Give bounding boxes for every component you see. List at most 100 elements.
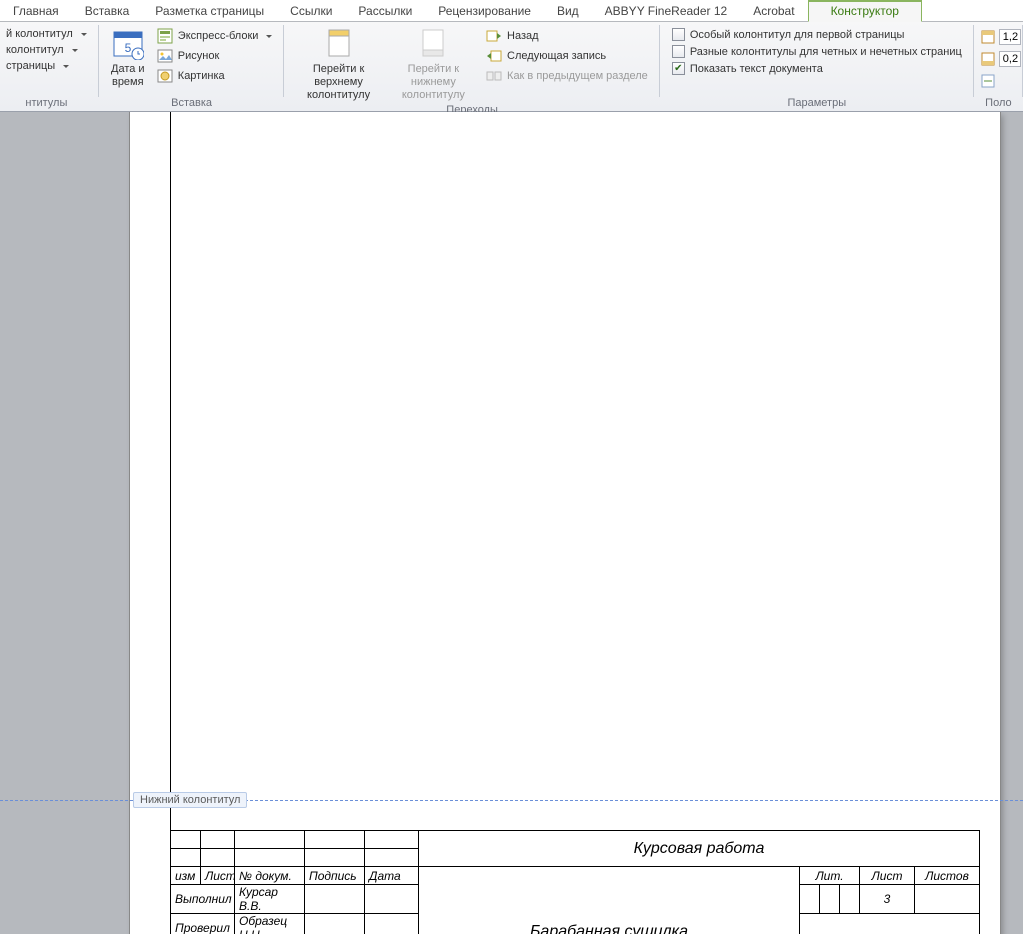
next-icon [486, 48, 502, 64]
group-position: 1,2 0,2 Поло [974, 22, 1023, 111]
hdr-list: Лист [201, 867, 235, 885]
name-2[interactable]: Образец Н.Н. [235, 914, 305, 934]
btn-goto-header[interactable]: Перейти к верхнему колонтитулу [290, 25, 386, 104]
hf-header-label: й колонтитул [6, 28, 73, 40]
tab-designer[interactable]: Конструктор [808, 0, 922, 22]
spin-footer-pos[interactable]: 0,2 [980, 51, 1021, 67]
group-hf-label: нтитулы [0, 97, 93, 111]
cell-top-title[interactable]: Курсовая работа [419, 831, 980, 867]
quick-label: Экспресс-блоки [178, 30, 259, 42]
goto-header-l2: колонтитулу [307, 89, 370, 102]
tab-acrobat[interactable]: Acrobat [740, 1, 807, 21]
cell-blank[interactable] [305, 831, 365, 849]
document-page[interactable] [130, 112, 1000, 934]
title-block-table: Курсовая работа изм Лист № докум. Подпис… [170, 830, 980, 934]
picture-label: Рисунок [178, 50, 220, 62]
cell-blank[interactable] [305, 849, 365, 867]
btn-clipart[interactable]: Картинка [155, 67, 275, 85]
date-l2: время [112, 76, 144, 89]
pages-total[interactable] [915, 885, 980, 914]
btn-header[interactable]: й колонтитул [4, 27, 89, 41]
chk-show-doc[interactable]: ✔ Показать текст документа [670, 61, 964, 76]
back-label: Назад [507, 30, 539, 42]
chk-first-label: Особый колонтитул для первой страницы [690, 29, 905, 41]
cell-blank[interactable] [171, 849, 201, 867]
spin-header-pos[interactable]: 1,2 [980, 29, 1021, 45]
calendar-icon: 5 [111, 27, 145, 61]
cell-blank[interactable] [171, 831, 201, 849]
cell-blank[interactable] [235, 831, 305, 849]
header-pos-value[interactable]: 1,2 [999, 29, 1021, 45]
lit-c[interactable] [840, 885, 860, 914]
hdr-pages: Листов [915, 867, 980, 885]
tab-refs[interactable]: Ссылки [277, 1, 345, 21]
cell-blank[interactable] [365, 831, 419, 849]
cell-blank[interactable] [235, 849, 305, 867]
date-2[interactable] [365, 914, 419, 934]
footer-tag: Нижний колонтитул [133, 792, 247, 808]
svg-text:5: 5 [124, 41, 131, 55]
page-num[interactable]: 3 [860, 885, 915, 914]
role-1[interactable]: Выполнил [171, 885, 235, 914]
tab-home[interactable]: Главная [0, 1, 72, 21]
tab-view[interactable]: Вид [544, 1, 592, 21]
cell-project-name[interactable]: Барабанная сушилка [419, 867, 800, 934]
next-label: Следующая запись [507, 50, 606, 62]
role-2[interactable]: Проверил [171, 914, 235, 934]
quick-parts-icon [157, 28, 173, 44]
tab-review[interactable]: Рецензирование [425, 1, 544, 21]
clipart-label: Картинка [178, 70, 225, 82]
hf-footer-label: колонтитул [6, 44, 64, 56]
btn-next[interactable]: Следующая запись [484, 47, 650, 65]
sign-2[interactable] [305, 914, 365, 934]
lit-a[interactable] [800, 885, 820, 914]
picture-icon [157, 48, 173, 64]
tab-insert[interactable]: Вставка [72, 1, 143, 21]
date-1[interactable] [365, 885, 419, 914]
lit-b[interactable] [820, 885, 840, 914]
btn-picture[interactable]: Рисунок [155, 47, 275, 65]
cell-blank[interactable] [365, 849, 419, 867]
title-block[interactable]: Курсовая работа изм Лист № докум. Подпис… [170, 830, 980, 934]
group-opts-label: Параметры [666, 97, 968, 111]
tab-mailings[interactable]: Рассылки [345, 1, 425, 21]
cell-blank[interactable] [201, 831, 235, 849]
btn-page-number[interactable]: страницы [4, 59, 89, 73]
goto-header-l1: Перейти к верхнему [296, 63, 380, 89]
goto-footer-l1: Перейти к нижнему [393, 63, 474, 89]
checkbox-icon [672, 28, 685, 41]
ribbon-tabs: Главная Вставка Разметка страницы Ссылки… [0, 0, 1023, 22]
btn-quick-parts[interactable]: Экспресс-блоки [155, 27, 275, 45]
hf-page-label: страницы [6, 60, 55, 72]
spin-tab-insert[interactable] [980, 73, 996, 89]
group-pos-label: Поло [980, 97, 1017, 111]
btn-goto-footer[interactable]: Перейти к нижнему колонтитулу [387, 25, 480, 104]
workspace: Нижний колонтитул Курсовая работа [0, 112, 1023, 934]
btn-date-time[interactable]: 5 Дата и время [105, 25, 151, 91]
goto-footer-l2: колонтитулу [402, 89, 465, 102]
hdr-izm: изм [171, 867, 201, 885]
tab-layout[interactable]: Разметка страницы [142, 1, 277, 21]
tab-abbyy[interactable]: ABBYY FineReader 12 [592, 1, 741, 21]
btn-footer[interactable]: колонтитул [4, 43, 89, 57]
clipart-icon [157, 68, 173, 84]
hdr-date: Дата [365, 867, 419, 885]
cell-org[interactable]: АфГУ ПР-00-20 [800, 914, 980, 934]
prev-section-label: Как в предыдущем разделе [507, 70, 648, 82]
chk-odd-even[interactable]: Разные колонтитулы для четных и нечетных… [670, 44, 964, 59]
hdr-page: Лист [860, 867, 915, 885]
footer-pos-value[interactable]: 0,2 [999, 51, 1021, 67]
chk-odd-even-label: Разные колонтитулы для четных и нечетных… [690, 46, 962, 58]
hdr-lit: Лит. [800, 867, 860, 885]
btn-prev-section[interactable]: Как в предыдущем разделе [484, 67, 650, 85]
group-navigation: Перейти к верхнему колонтитулу Перейти к… [284, 22, 659, 111]
cell-blank[interactable] [201, 849, 235, 867]
btn-back[interactable]: Назад [484, 27, 650, 45]
name-1[interactable]: Курсар В.В. [235, 885, 305, 914]
group-insert: 5 Дата и время Экспресс-блоки Рисунок [99, 22, 285, 111]
chk-first-page[interactable]: Особый колонтитул для первой страницы [670, 27, 964, 42]
group-options: Особый колонтитул для первой страницы Ра… [660, 22, 974, 111]
checkbox-icon [672, 45, 685, 58]
group-header-footer: й колонтитул колонтитул страницы нтитулы [0, 22, 99, 111]
sign-1[interactable] [305, 885, 365, 914]
